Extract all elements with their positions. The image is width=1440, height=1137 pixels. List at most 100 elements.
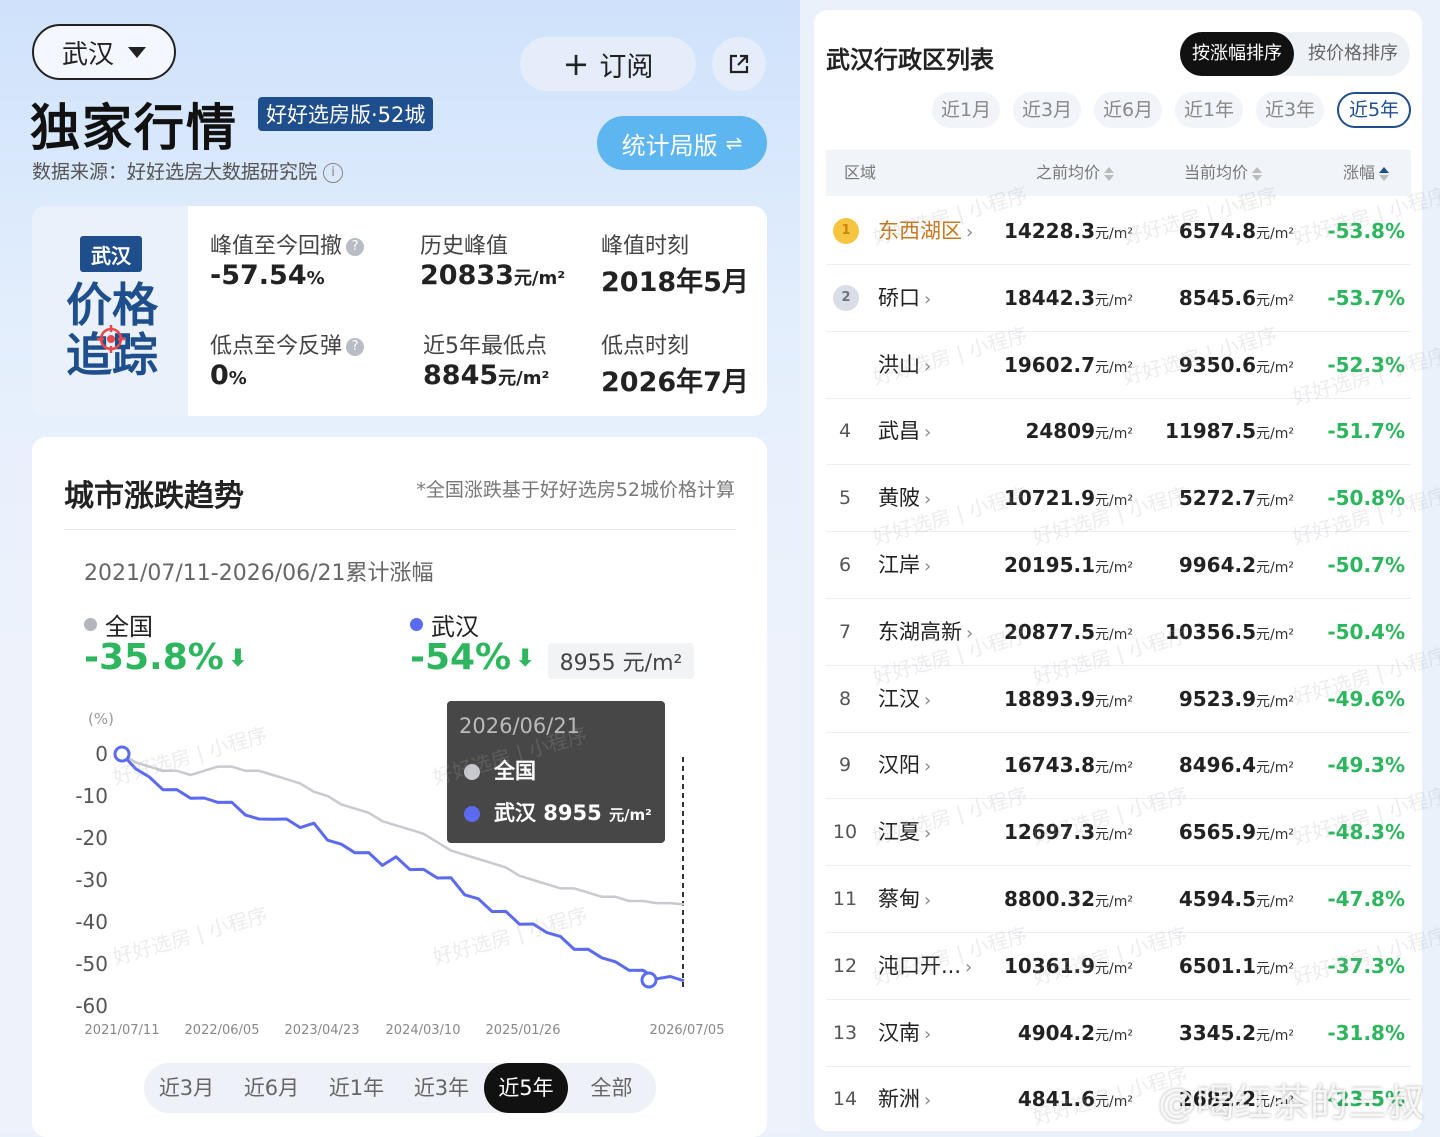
range-tab[interactable]: 近3年 [399, 1063, 484, 1113]
kpi-value-peak: 20833元/m² [420, 260, 566, 291]
district-list-panel: 武汉行政区列表 按涨幅排序 按价格排序 近1月 近3月 近6月 近1年 近3年 近5年 区… [814, 10, 1422, 1134]
district-name[interactable]: 江汉 › [878, 666, 931, 732]
prev-price: 10361.9元/m² [1003, 953, 1133, 978]
price-tracking-card: 武汉 价格 追踪 峰值至今回撤? -57.54% 历史峰值 20833元/m² … [32, 206, 767, 416]
district-name[interactable]: 黄陂 › [878, 465, 931, 531]
col-change[interactable]: 涨幅 [1343, 150, 1390, 196]
district-name[interactable]: 蔡甸 › [878, 866, 931, 932]
rank: 4 [838, 420, 852, 443]
kpi-label-low: 近5年最低点 [423, 334, 547, 359]
district-name[interactable]: 武昌 › [878, 398, 931, 464]
period-tab[interactable]: 近1月 [932, 92, 1000, 128]
district-name[interactable]: 沌口开... › [878, 933, 972, 999]
x-tick-label: 2024/03/10 [386, 1023, 461, 1038]
table-row[interactable]: 4 武昌 › 24809元/m² 11987.5元/m² -51.7% [826, 398, 1411, 466]
period-tab[interactable]: 近6月 [1094, 92, 1162, 128]
target-icon [97, 325, 125, 353]
kpi-label-rebound: 低点至今反弹? [210, 328, 365, 360]
help-icon[interactable]: ? [346, 238, 365, 256]
period-tab[interactable]: 近3月 [1013, 92, 1081, 128]
district-name[interactable]: 东湖高新 › [878, 599, 973, 665]
table-row[interactable]: 9 汉阳 › 16743.8元/m² 8496.4元/m² -49.3% [826, 732, 1411, 800]
district-name[interactable]: 硚口 › [878, 265, 931, 331]
district-name[interactable]: 江夏 › [878, 799, 931, 865]
curr-price: 9964.2元/m² [1178, 553, 1294, 577]
district-name[interactable]: 新洲 › [878, 1066, 931, 1132]
table-row[interactable]: 5 黄陂 › 10721.9元/m² 5272.7元/m² -50.8% [826, 465, 1411, 533]
tooltip-national: 全国 [493, 759, 536, 783]
chevron-right-icon: › [966, 222, 974, 243]
table-row[interactable]: 13 汉南 › 4904.2元/m² 3345.2元/m² -31.8% [826, 1000, 1411, 1067]
curr-price: 11987.5元/m² [1164, 419, 1294, 444]
prev-price: 20195.1元/m² [1003, 553, 1133, 577]
y-axis-unit: (%) [88, 710, 114, 728]
tooltip-dot-wuhan [464, 806, 480, 822]
table-row[interactable]: 2 硚口 › 18442.3元/m² 8545.6元/m² -53.7% [826, 265, 1411, 332]
period-tab[interactable]: 近3年 [1256, 92, 1324, 128]
range-tab[interactable]: 近6月 [229, 1063, 314, 1113]
divider [64, 529, 736, 530]
rank: 14 [832, 1088, 858, 1111]
chevron-right-icon: › [924, 489, 932, 511]
sort-by-price[interactable]: 按价格排序 [1296, 32, 1410, 76]
share-button[interactable] [712, 37, 766, 91]
change-value: -49.3% [1327, 753, 1405, 778]
table-row[interactable]: 8 江汉 › 18893.9元/m² 9523.9元/m² -49.6% [826, 666, 1411, 733]
district-name[interactable]: 洪山 › [878, 332, 931, 398]
chevron-right-icon: › [924, 288, 932, 310]
district-name[interactable]: 东西湖区 › [878, 198, 973, 264]
medal-icon: 2 [833, 284, 859, 311]
range-tab[interactable]: 近1年 [314, 1063, 399, 1113]
stat-bureau-button[interactable]: 统计局版 ⇌ [597, 116, 767, 170]
city-selector[interactable]: 武汉 [32, 24, 176, 80]
table-row[interactable]: 6 江岸 › 20195.1元/m² 9964.2元/m² -50.7% [826, 532, 1411, 599]
district-name[interactable]: 汉阳 › [878, 732, 931, 798]
district-name[interactable]: 汉南 › [878, 1000, 931, 1066]
range-tab[interactable]: 全部 [569, 1063, 654, 1113]
stat-bureau-label: 统计局版 [621, 131, 718, 160]
y-tick-label: -40 [75, 910, 108, 934]
range-tab[interactable]: 近5年 [484, 1063, 568, 1113]
help-icon[interactable]: ? [346, 338, 365, 356]
kpi-label-peak: 历史峰值 [420, 234, 509, 259]
prev-price: 8800.32元/m² [1003, 887, 1133, 911]
share-icon [729, 54, 749, 74]
trend-chart[interactable]: (%) 0 -10 -20 -30 -40 -50 -60 2021/07/11 2022/06/… [32, 699, 767, 1039]
price-tracking-badge: 武汉 价格 追踪 [32, 206, 188, 416]
x-tick-label: 2026/07/05 [650, 1023, 725, 1038]
district-name[interactable]: 江岸 › [878, 532, 931, 598]
info-icon[interactable]: i [323, 162, 344, 183]
rank: 10 [832, 821, 858, 844]
curr-price: 5272.7元/m² [1178, 486, 1294, 511]
period-tab[interactable]: 近5年 [1337, 92, 1411, 128]
change-value: -53.8% [1327, 219, 1405, 243]
col-curr-price[interactable]: 当前均价 [1184, 150, 1263, 196]
table-row[interactable]: 10 江夏 › 12697.3元/m² 6565.9元/m² -48.3% [826, 799, 1411, 867]
change-value: -47.8% [1327, 887, 1405, 911]
change-value: -37.3% [1327, 953, 1405, 978]
curr-price: 8545.6元/m² [1178, 285, 1294, 310]
kpi-label-low-time: 低点时刻 [601, 334, 690, 359]
arrow-down-icon: ⬇ [515, 643, 536, 672]
legend-wuhan-value: -54% ⬇ [410, 637, 536, 678]
tooltip-dot-national [464, 764, 480, 780]
table-row[interactable]: 11 蔡甸 › 8800.32元/m² 4594.5元/m² -47.8% [826, 866, 1411, 933]
rank: 12 [832, 954, 858, 977]
col-prev-price[interactable]: 之前均价 [1036, 150, 1115, 196]
y-tick-label: -10 [75, 784, 108, 808]
subscribe-button[interactable]: + 订阅 [520, 37, 696, 91]
table-row[interactable]: 12 沌口开... › 10361.9元/m² 6501.1元/m² -37.3% [826, 933, 1411, 1000]
table-row[interactable]: 1 东西湖区 › 14228.3元/m² 6574.8元/m² -53.8% [826, 198, 1411, 265]
kpi-label-drawdown: 峰值至今回撤? [210, 228, 365, 260]
data-source-name[interactable]: 好好选房大数据研究院 [127, 161, 317, 183]
curr-price: 8496.4元/m² [1178, 753, 1294, 778]
chevron-right-icon: › [924, 1023, 932, 1045]
range-tab[interactable]: 近3月 [144, 1063, 229, 1113]
change-value: -53.7% [1327, 285, 1405, 310]
rank: 5 [838, 487, 852, 510]
table-row[interactable]: 洪山 › 19602.7元/m² 9350.6元/m² -52.3% [826, 332, 1411, 399]
sort-by-change[interactable]: 按涨幅排序 [1180, 32, 1294, 76]
table-row[interactable]: 7 东湖高新 › 20877.5元/m² 10356.5元/m² -50.4% [826, 599, 1411, 666]
period-tab[interactable]: 近1年 [1175, 92, 1243, 128]
trend-title: 城市涨跌趋势 [64, 479, 244, 514]
